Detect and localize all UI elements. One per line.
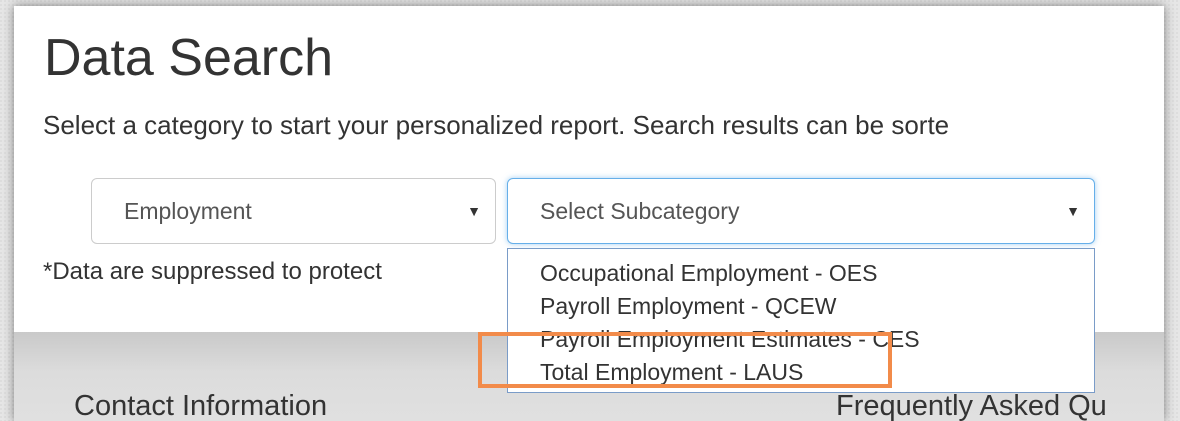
intro-text: Select a category to start your personal… — [43, 110, 950, 140]
category-select-value: Employment — [124, 197, 252, 224]
contact-information-link[interactable]: Contact Information — [74, 390, 327, 421]
subcategory-select[interactable]: Select Subcategory ▼ — [507, 178, 1095, 244]
page-title: Data Search — [44, 29, 334, 87]
faq-link[interactable]: Frequently Asked Qu — [836, 390, 1107, 421]
dropdown-option-oes[interactable]: Occupational Employment - OES — [508, 257, 1094, 290]
chevron-down-icon: ▼ — [1066, 203, 1080, 219]
chevron-down-icon: ▼ — [467, 203, 481, 219]
suppression-note: *Data are suppressed to protect — [43, 258, 382, 285]
highlight-annotation — [478, 332, 892, 388]
subcategory-select-value: Select Subcategory — [540, 197, 740, 224]
dropdown-option-qcew[interactable]: Payroll Employment - QCEW — [508, 290, 1094, 323]
category-select[interactable]: Employment ▼ — [91, 178, 496, 244]
